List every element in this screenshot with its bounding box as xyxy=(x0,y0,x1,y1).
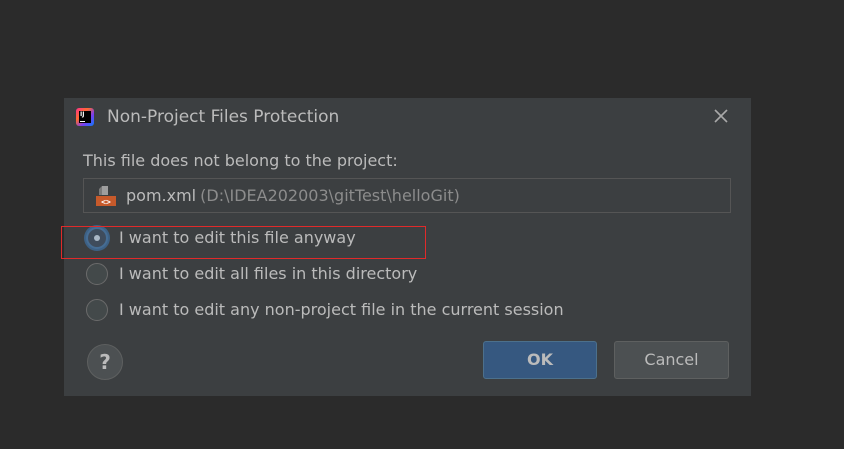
help-button[interactable]: ? xyxy=(87,344,123,380)
non-project-files-dialog: IJ Non-Project Files Protection This fil… xyxy=(64,98,751,396)
file-path: (D:\IDEA202003\gitTest\helloGit) xyxy=(200,186,460,205)
radio-button-selected[interactable] xyxy=(86,227,108,249)
option-label: I want to edit all files in this directo… xyxy=(119,264,418,283)
file-info-box: <> pom.xml (D:\IDEA202003\gitTest\helloGi… xyxy=(83,178,731,213)
svg-text:<>: <> xyxy=(101,198,111,207)
option-label: I want to edit this file anyway xyxy=(119,228,356,247)
dialog-title: Non-Project Files Protection xyxy=(107,107,340,127)
cancel-button[interactable]: Cancel xyxy=(614,341,729,379)
intellij-idea-icon: IJ xyxy=(76,108,94,126)
file-name: pom.xml xyxy=(126,186,197,205)
ok-button[interactable]: OK xyxy=(483,341,597,379)
radio-button[interactable] xyxy=(86,263,108,285)
dialog-message: This file does not belong to the project… xyxy=(83,151,398,170)
maven-xml-file-icon: <> xyxy=(95,185,117,207)
option-label: I want to edit any non-project file in t… xyxy=(119,300,564,319)
close-icon[interactable] xyxy=(712,107,730,125)
radio-button[interactable] xyxy=(86,299,108,321)
file-name-and-path: pom.xml (D:\IDEA202003\gitTest\helloGit) xyxy=(126,186,460,206)
dialog-titlebar: IJ Non-Project Files Protection xyxy=(64,98,751,136)
